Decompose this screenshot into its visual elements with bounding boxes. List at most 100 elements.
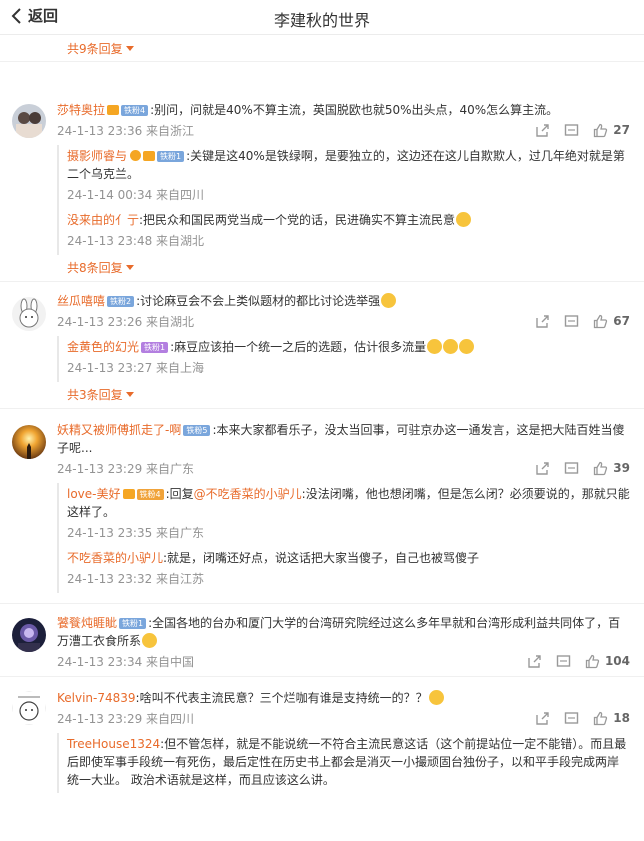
- share-icon: [527, 654, 542, 669]
- comment-meta: 24-1-13 23:29 来自四川 18: [57, 707, 630, 729]
- username-link[interactable]: 没来由的亻亍: [67, 213, 139, 227]
- emoji-icon: [427, 339, 443, 354]
- reply-thread: TreeHouse1324:但不管怎样，就是不能说统一不符合主流民意这话（这个前…: [57, 733, 630, 793]
- comment-text: 妖精又被师傅抓走了-啊 铁粉5:本来大家都看乐子，没太当回事，可驻京办这一通发言，…: [57, 421, 630, 457]
- reply-item: 金黄色的幻光 铁粉1:麻豆应该拍一个统一之后的选题，估计很多流量 24-1-13 …: [67, 336, 630, 382]
- fan-badge: 铁粉1: [119, 618, 147, 629]
- username-link[interactable]: 妖精又被师傅抓走了-啊: [57, 423, 181, 437]
- caret-down-icon: [125, 391, 134, 397]
- timestamp: 24-1-13 23:29 来自四川: [57, 711, 195, 726]
- reply-item: love-美好 铁粉4:回复@不吃香菜的小驴儿:没法闭嘴，他也想闭嘴，但是怎么闭？…: [67, 483, 630, 547]
- timestamp: 24-1-13 23:32 来自江苏: [67, 571, 205, 586]
- reply-text: 没来由的亻亍:把民众和国民两党当成一个党的话，民进确实不算主流民意: [67, 211, 630, 229]
- like-button[interactable]: 67: [593, 314, 630, 329]
- share-button[interactable]: [535, 314, 550, 329]
- comment-button[interactable]: [564, 461, 579, 476]
- fan-badge: 铁粉2: [107, 296, 135, 307]
- crown-icon: [122, 489, 135, 499]
- comment-meta: 24-1-13 23:36 来自浙江 27: [57, 119, 630, 141]
- top-bar: 返回 李建秋的世界: [0, 0, 644, 35]
- timestamp: 24-1-13 23:35 来自广东: [67, 525, 205, 540]
- comment-text: 丝瓜嘻嘻 铁粉2:讨论麻豆会不会上类似题材的都比讨论选举强: [57, 292, 630, 310]
- username-link[interactable]: 不吃香菜的小驴儿: [67, 551, 163, 565]
- verified-icon: [130, 150, 142, 161]
- share-button[interactable]: [535, 711, 550, 726]
- username-link[interactable]: 丝瓜嘻嘻: [57, 294, 105, 308]
- fan-badge: 铁粉1: [157, 151, 185, 162]
- reply-content: :就是，闭嘴还好点，说这话把大家当傻子，自己也被骂傻子: [163, 551, 480, 565]
- share-icon: [535, 123, 550, 138]
- more-replies-link[interactable]: 共8条回复: [67, 255, 644, 279]
- reply-meta: 24-1-14 00:34 来自四川: [67, 183, 630, 205]
- comment-button[interactable]: [564, 711, 579, 726]
- username-link[interactable]: TreeHouse1324: [67, 737, 160, 751]
- comment-meta: 24-1-13 23:26 来自湖北 67: [57, 310, 630, 332]
- comment-button[interactable]: [556, 654, 571, 669]
- reply-item: 摄影师睿与 铁粉1:关键是这40%是铁绿啊，是要独立的，这边还在这儿自欺欺人，过几…: [67, 145, 630, 209]
- username-link[interactable]: 莎特奥拉: [57, 103, 105, 117]
- emoji-icon: [428, 690, 444, 705]
- share-button[interactable]: [535, 123, 550, 138]
- comment-item: 莎特奥拉 铁粉4:别问，问就是40%不算主流，英国脱欧也就50%出头点，40%怎么…: [0, 62, 644, 282]
- comment-item: 妖精又被师傅抓走了-啊 铁粉5:本来大家都看乐子，没太当回事，可驻京办这一通发言，…: [0, 409, 644, 604]
- emoji-icon: [142, 633, 158, 648]
- like-button[interactable]: 18: [593, 711, 630, 726]
- reply-text: 金黄色的幻光 铁粉1:麻豆应该拍一个统一之后的选题，估计很多流量: [67, 338, 630, 356]
- share-button[interactable]: [535, 461, 550, 476]
- username-link[interactable]: 摄影师睿与: [67, 149, 127, 163]
- comment-item: 饕餮炖睚眦 铁粉1:全国各地的台办和厦门大学的台湾研究院经过这么多年早就和台湾形成…: [0, 604, 644, 677]
- reply-thread: 金黄色的幻光 铁粉1:麻豆应该拍一个统一之后的选题，估计很多流量 24-1-13 …: [57, 336, 630, 382]
- share-icon: [535, 711, 550, 726]
- comment-item: Kelvin-74839:啥叫不代表主流民意？三个烂咖有谁是支持统一的？？ 24…: [0, 677, 644, 795]
- more-replies-label: 共8条回复: [67, 260, 123, 275]
- comment-button[interactable]: [564, 123, 579, 138]
- reply-meta: 24-1-13 23:48 来自湖北: [67, 229, 630, 251]
- reply-thread: 摄影师睿与 铁粉1:关键是这40%是铁绿啊，是要独立的，这边还在这儿自欺欺人，过几…: [57, 145, 630, 255]
- reply-content: :把民众和国民两党当成一个党的话，民进确实不算主流民意: [139, 213, 456, 227]
- crown-icon: [143, 151, 156, 161]
- reply-item: 不吃香菜的小驴儿:就是，闭嘴还好点，说这话把大家当傻子，自己也被骂傻子 24-1…: [67, 547, 630, 593]
- fan-badge: 铁粉5: [183, 425, 211, 436]
- fan-badge: 铁粉4: [121, 105, 149, 116]
- comment-button[interactable]: [564, 314, 579, 329]
- crown-icon: [107, 105, 120, 115]
- comment-icon: [564, 314, 579, 329]
- like-button[interactable]: 39: [593, 461, 630, 476]
- comment-item: 丝瓜嘻嘻 铁粉2:讨论麻豆会不会上类似题材的都比讨论选举强 24-1-13 23:…: [0, 282, 644, 409]
- username-link[interactable]: Kelvin-74839: [57, 691, 136, 705]
- caret-down-icon: [125, 45, 134, 51]
- comment-icon: [564, 461, 579, 476]
- comment-content: :别问，问就是40%不算主流，英国脱欧也就50%出头点，40%怎么算主流。: [150, 103, 559, 117]
- avatar[interactable]: [12, 425, 46, 459]
- like-button[interactable]: 27: [593, 123, 630, 138]
- reply-content: :麻豆应该拍一个统一之后的选题，估计很多流量: [170, 340, 427, 354]
- timestamp: 24-1-13 23:34 来自中国: [57, 654, 195, 669]
- avatar[interactable]: [12, 691, 46, 725]
- emoji-icon: [381, 293, 397, 308]
- avatar[interactable]: [12, 297, 46, 331]
- like-count: 39: [613, 461, 630, 475]
- share-icon: [535, 461, 550, 476]
- avatar[interactable]: [12, 104, 46, 138]
- comment-icon: [556, 654, 571, 669]
- thumbs-up-icon: [585, 654, 600, 669]
- username-link[interactable]: love-美好: [67, 487, 121, 501]
- more-replies-link[interactable]: 共9条回复: [67, 35, 644, 61]
- comment-icon: [564, 711, 579, 726]
- share-icon: [535, 314, 550, 329]
- fan-badge: 铁粉1: [141, 342, 169, 353]
- timestamp: 24-1-13 23:29 来自广东: [57, 461, 195, 476]
- thumbs-up-icon: [593, 711, 608, 726]
- share-button[interactable]: [527, 654, 542, 669]
- emoji-icon: [443, 339, 459, 354]
- username-link[interactable]: 金黄色的幻光: [67, 340, 139, 354]
- comment-content: :讨论麻豆会不会上类似题材的都比讨论选举强: [136, 294, 381, 308]
- mention-link[interactable]: @不吃香菜的小驴儿: [194, 487, 302, 501]
- avatar[interactable]: [12, 618, 46, 652]
- username-link[interactable]: 饕餮炖睚眦: [57, 616, 117, 630]
- like-count: 67: [613, 314, 630, 328]
- like-button[interactable]: 104: [585, 654, 630, 669]
- reply-meta: 24-1-13 23:35 来自广东: [67, 521, 630, 543]
- more-replies-link[interactable]: 共3条回复: [67, 382, 644, 406]
- reply-thread: love-美好 铁粉4:回复@不吃香菜的小驴儿:没法闭嘴，他也想闭嘴，但是怎么闭？…: [57, 483, 630, 593]
